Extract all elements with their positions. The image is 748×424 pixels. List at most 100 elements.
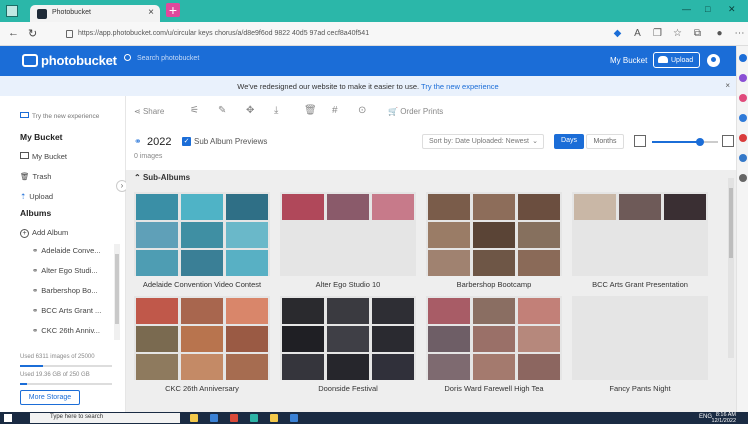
sidebar-item-my-bucket[interactable]: My Bucket bbox=[20, 152, 67, 161]
scrollbar-thumb[interactable] bbox=[115, 254, 119, 324]
photobucket-logo[interactable]: photobucket bbox=[22, 53, 117, 68]
add-sidebar-app-icon[interactable] bbox=[739, 174, 747, 182]
sub-album-name[interactable]: Alter Ego Studio 10 bbox=[280, 280, 416, 289]
taskbar-search-box[interactable]: Type here to search bbox=[30, 413, 180, 423]
extension-icon[interactable]: ◆ bbox=[612, 28, 623, 39]
delete-icon[interactable]: 🗑 bbox=[304, 105, 317, 116]
language-indicator[interactable]: ENG bbox=[699, 414, 712, 420]
sidebar-album-item[interactable]: Adelaide Conve... bbox=[32, 246, 100, 255]
sort-dropdown[interactable]: Sort by: Date Uploaded: Newest ⌄ bbox=[422, 134, 544, 149]
upload-button[interactable]: Upload bbox=[653, 52, 700, 68]
maximize-button[interactable]: □ bbox=[705, 4, 710, 14]
sidebar-album-item[interactable]: Alter Ego Studi... bbox=[32, 266, 97, 275]
sub-album-previews-checkbox[interactable]: ✓ bbox=[182, 137, 191, 146]
sub-album-card[interactable]: Doris Ward Farewell High Tea bbox=[426, 296, 562, 396]
collections-icon[interactable]: ❐ bbox=[652, 28, 663, 39]
sub-album-card[interactable]: BCC Arts Grant Presentation bbox=[572, 192, 708, 292]
sub-album-thumbnail[interactable] bbox=[134, 192, 270, 276]
days-toggle[interactable]: Days bbox=[554, 134, 584, 149]
try-new-experience-link[interactable]: Try the new experience bbox=[421, 82, 499, 91]
move-icon[interactable]: ✥ bbox=[246, 105, 254, 116]
gallery-scrollbar[interactable] bbox=[728, 178, 734, 358]
refresh-icon[interactable]: ↻ bbox=[28, 27, 37, 40]
more-menu-icon[interactable]: ⋯ bbox=[734, 28, 745, 39]
sidebar-item-upload[interactable]: ⇡ Upload bbox=[20, 192, 53, 201]
shopping-icon[interactable] bbox=[739, 94, 747, 102]
photo-preview bbox=[619, 298, 661, 324]
taskbar-app-icon[interactable] bbox=[290, 414, 298, 422]
split-screen-icon[interactable]: ⧉ bbox=[692, 28, 703, 39]
new-tab-button[interactable]: + bbox=[166, 3, 180, 17]
sub-album-thumbnail[interactable] bbox=[426, 192, 562, 276]
thumbnail-size-slider[interactable] bbox=[652, 138, 718, 146]
slider-handle[interactable] bbox=[695, 138, 704, 146]
sub-album-thumbnail[interactable] bbox=[134, 296, 270, 380]
site-search-input[interactable]: Search photobucket bbox=[124, 54, 199, 62]
sub-album-name[interactable]: Adelaide Convention Video Contest bbox=[134, 280, 270, 289]
search-sidebar-icon[interactable] bbox=[739, 54, 747, 62]
account-icon[interactable] bbox=[707, 54, 720, 67]
order-prints-button[interactable]: 🛒 Order Prints bbox=[388, 107, 443, 116]
taskbar-app-icon[interactable] bbox=[190, 414, 198, 422]
sidebar-add-album[interactable]: + Add Album bbox=[20, 228, 68, 238]
banner-close-icon[interactable]: × bbox=[725, 81, 730, 90]
sub-album-card[interactable]: Alter Ego Studio 10 bbox=[280, 192, 416, 292]
sub-album-card[interactable]: Barbershop Bootcamp bbox=[426, 192, 562, 292]
sidebar-try-new-link[interactable]: Try the new experience bbox=[20, 112, 99, 120]
minimize-button[interactable]: — bbox=[682, 4, 691, 14]
taskbar-app-icon[interactable] bbox=[250, 414, 258, 422]
taskbar-clock[interactable]: 8:16 AM 12/1/2022 bbox=[712, 412, 736, 424]
discover-icon[interactable] bbox=[739, 74, 747, 82]
sub-album-thumbnail[interactable] bbox=[280, 192, 416, 276]
sub-album-previews-label[interactable]: Sub Album Previews bbox=[194, 137, 267, 146]
taskbar-app-icon[interactable] bbox=[230, 414, 238, 422]
sidebar-album-item[interactable]: CKC 26th Anniv... bbox=[32, 326, 100, 335]
tag-icon[interactable]: # bbox=[332, 105, 338, 116]
profile-icon[interactable]: ● bbox=[714, 28, 725, 39]
my-bucket-link[interactable]: My Bucket bbox=[610, 56, 647, 65]
sub-album-name[interactable]: BCC Arts Grant Presentation bbox=[572, 280, 708, 289]
back-icon[interactable]: ← bbox=[8, 27, 19, 39]
sub-album-thumbnail[interactable] bbox=[280, 296, 416, 380]
scrollbar-thumb[interactable] bbox=[729, 188, 733, 258]
sub-album-card[interactable]: Doonside Festival bbox=[280, 296, 416, 396]
sidebar-albums-scrollbar[interactable] bbox=[114, 244, 120, 340]
sub-album-name[interactable]: Barbershop Bootcamp bbox=[426, 280, 562, 289]
edit-icon[interactable]: ✎ bbox=[218, 105, 226, 116]
sub-albums-heading[interactable]: ⌃ Sub-Albums bbox=[134, 173, 190, 182]
sub-album-thumbnail[interactable] bbox=[572, 296, 708, 380]
sidebar-album-item[interactable]: BCC Arts Grant ... bbox=[32, 306, 101, 315]
sidebar-album-item[interactable]: Barbershop Bo... bbox=[32, 286, 97, 295]
windows-start-icon[interactable] bbox=[4, 414, 12, 422]
close-window-button[interactable]: ✕ bbox=[728, 4, 736, 15]
close-tab-icon[interactable]: × bbox=[148, 7, 154, 18]
sub-album-thumbnail[interactable] bbox=[572, 192, 708, 276]
browser-tab[interactable]: Photobucket × bbox=[30, 5, 160, 22]
tools-icon[interactable] bbox=[739, 114, 747, 122]
sub-album-name[interactable]: Doonside Festival bbox=[280, 384, 416, 393]
sub-album-card[interactable]: Adelaide Convention Video Contest bbox=[134, 192, 270, 292]
sidebar-item-trash[interactable]: 🗑 Trash bbox=[20, 172, 51, 181]
window-menu-icon[interactable] bbox=[6, 5, 18, 17]
sub-album-name[interactable]: Doris Ward Farewell High Tea bbox=[426, 384, 562, 393]
download-icon[interactable]: ⤓ bbox=[274, 105, 278, 116]
sub-album-thumbnail[interactable] bbox=[426, 296, 562, 380]
large-grid-icon[interactable] bbox=[722, 135, 734, 147]
sub-album-name[interactable]: Fancy Pants Night bbox=[572, 384, 708, 393]
outlook-icon[interactable] bbox=[739, 154, 747, 162]
office-icon[interactable] bbox=[739, 134, 747, 142]
months-toggle[interactable]: Months bbox=[586, 134, 624, 149]
filter-icon[interactable]: ⚟ bbox=[190, 105, 199, 116]
more-storage-button[interactable]: More Storage bbox=[20, 390, 80, 405]
sub-album-card[interactable]: Fancy Pants Night bbox=[572, 296, 708, 396]
sub-album-card[interactable]: CKC 26th Anniversary bbox=[134, 296, 270, 396]
favorites-icon[interactable]: ☆ bbox=[672, 28, 683, 39]
share-button[interactable]: ⋖ Share bbox=[134, 107, 164, 116]
address-bar[interactable]: https://app.photobucket.com/u/circular k… bbox=[62, 26, 582, 42]
sub-album-name[interactable]: CKC 26th Anniversary bbox=[134, 384, 270, 393]
taskbar-app-icon[interactable] bbox=[210, 414, 218, 422]
small-grid-icon[interactable] bbox=[634, 135, 646, 147]
read-aloud-icon[interactable]: A bbox=[632, 28, 643, 39]
slideshow-icon[interactable]: ⊙ bbox=[358, 105, 366, 116]
taskbar-app-icon[interactable] bbox=[270, 414, 278, 422]
